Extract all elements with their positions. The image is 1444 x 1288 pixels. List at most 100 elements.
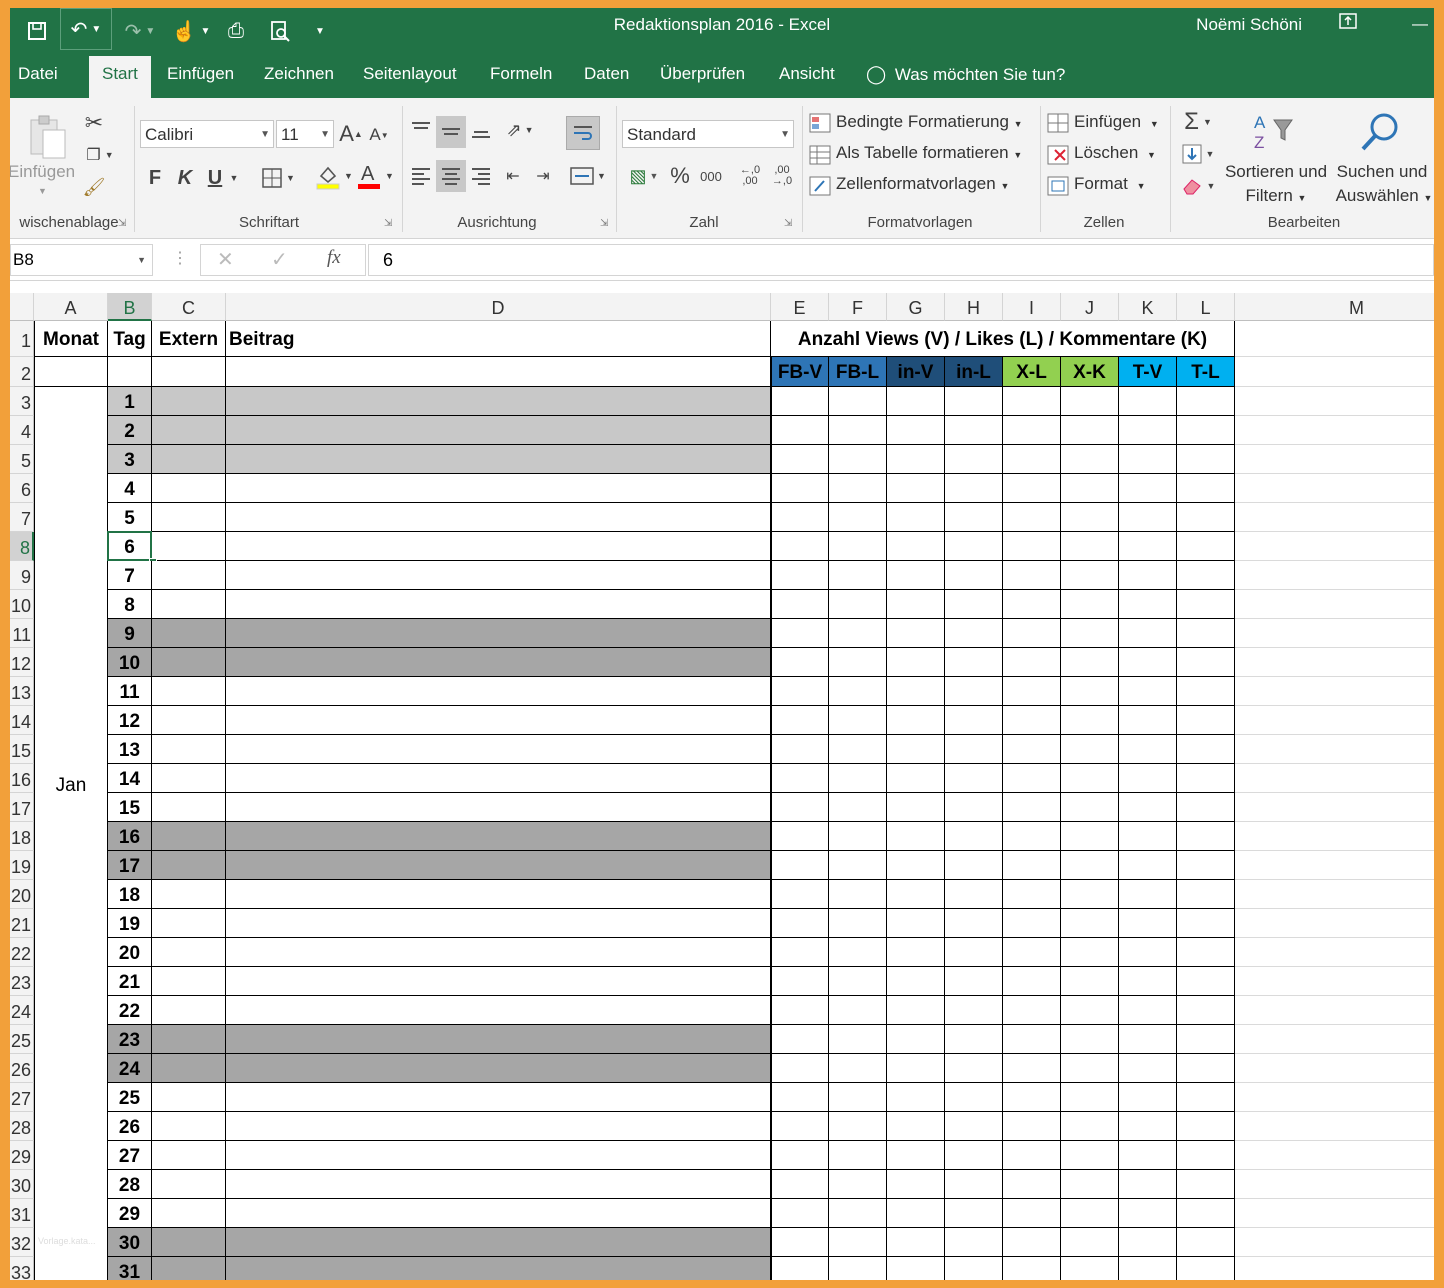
row-header[interactable]: 11 — [10, 619, 34, 648]
gridline-cell[interactable] — [1235, 619, 1434, 648]
paste-icon[interactable] — [24, 110, 70, 162]
metric-cell[interactable] — [829, 967, 887, 996]
metric-cell[interactable] — [1003, 619, 1061, 648]
tab-ueberpruefen[interactable]: Überprüfen — [660, 56, 745, 98]
metric-cell[interactable] — [829, 1083, 887, 1112]
metric-cell[interactable] — [1177, 706, 1235, 735]
metric-cell[interactable] — [1061, 1141, 1119, 1170]
decrease-decimal-icon[interactable]: ,00 →,0 — [768, 160, 796, 192]
wrap-text-icon[interactable] — [566, 116, 600, 150]
metric-cell[interactable] — [1061, 416, 1119, 445]
metric-cell[interactable] — [829, 909, 887, 938]
tell-me-box[interactable]: ◯ Was möchten Sie tun? — [866, 56, 1065, 98]
metric-cell[interactable] — [1177, 445, 1235, 474]
align-center-icon[interactable] — [436, 160, 466, 192]
tag-cell[interactable]: 26 — [108, 1112, 152, 1141]
metric-cell[interactable] — [771, 822, 829, 851]
row-header[interactable]: 14 — [10, 706, 34, 735]
ribbon-display-options-icon[interactable] — [1334, 12, 1362, 38]
beitrag-cell[interactable] — [226, 677, 771, 706]
extern-cell[interactable] — [152, 561, 226, 590]
metric-cell[interactable] — [829, 851, 887, 880]
extern-cell[interactable] — [152, 1083, 226, 1112]
metric-cell[interactable] — [945, 1228, 1003, 1257]
metric-cell[interactable] — [1177, 1054, 1235, 1083]
name-box[interactable]: B8 ▼ — [10, 244, 153, 276]
italic-button[interactable]: K — [174, 164, 196, 192]
gridline-cell[interactable] — [1235, 474, 1434, 503]
metric-cell[interactable] — [1119, 532, 1177, 561]
align-top-icon[interactable] — [408, 116, 434, 144]
metric-cell[interactable] — [1061, 619, 1119, 648]
gridline-cell[interactable] — [1235, 677, 1434, 706]
borders-icon[interactable]: ▼ — [254, 164, 302, 192]
metric-cell[interactable] — [1003, 590, 1061, 619]
metric-cell[interactable] — [887, 909, 945, 938]
format-cells-icon[interactable] — [1046, 173, 1070, 199]
metric-cell[interactable] — [829, 822, 887, 851]
metric-cell[interactable] — [1003, 503, 1061, 532]
metrics-title-cell[interactable]: Anzahl Views (V) / Likes (L) / Kommentar… — [771, 321, 1235, 357]
beitrag-cell[interactable] — [226, 1257, 771, 1280]
beitrag-cell[interactable] — [226, 1141, 771, 1170]
format-cells-button[interactable]: Format ▼ — [1074, 174, 1146, 194]
metric-cell[interactable] — [1061, 561, 1119, 590]
metric-cell[interactable] — [1177, 1083, 1235, 1112]
metric-cell[interactable] — [1003, 1228, 1061, 1257]
beitrag-cell[interactable] — [226, 764, 771, 793]
beitrag-cell[interactable] — [226, 1025, 771, 1054]
row-header[interactable]: 5 — [10, 445, 34, 474]
tag-cell[interactable]: 5 — [108, 503, 152, 532]
dialog-launcher-icon[interactable]: ⇲ — [384, 218, 392, 229]
beitrag-cell[interactable] — [226, 1228, 771, 1257]
extern-cell[interactable] — [152, 474, 226, 503]
extern-cell[interactable] — [152, 822, 226, 851]
metric-cell[interactable] — [829, 706, 887, 735]
metric-cell[interactable] — [1003, 880, 1061, 909]
metric-cell[interactable] — [771, 619, 829, 648]
metric-cell[interactable] — [887, 387, 945, 416]
beitrag-cell[interactable] — [226, 706, 771, 735]
metric-cell[interactable] — [1119, 706, 1177, 735]
insert-cells-icon[interactable] — [1046, 110, 1070, 136]
metric-cell[interactable] — [1119, 561, 1177, 590]
metric-cell[interactable] — [887, 1228, 945, 1257]
gridline-cell[interactable] — [1235, 1228, 1434, 1257]
metric-cell[interactable] — [1003, 1112, 1061, 1141]
metric-cell[interactable] — [945, 764, 1003, 793]
metric-cell[interactable] — [771, 996, 829, 1025]
metric-cell[interactable] — [887, 1025, 945, 1054]
merge-center-icon[interactable]: ▼ — [566, 160, 610, 192]
sheet-grid[interactable]: A B C D E F G H I J K L M 1 2 3 4 5 6 7 8 9 10 11 12 13 14 15 16 17 18… — [10, 293, 1434, 1280]
metric-cell[interactable] — [1177, 1257, 1235, 1280]
metric-cell[interactable] — [1061, 1112, 1119, 1141]
metric-cell[interactable] — [1177, 1141, 1235, 1170]
metric-cell[interactable] — [945, 387, 1003, 416]
metric-cell[interactable] — [771, 677, 829, 706]
metric-cell[interactable] — [1061, 1083, 1119, 1112]
metric-cell[interactable] — [945, 619, 1003, 648]
metric-cell[interactable] — [887, 822, 945, 851]
metric-cell[interactable] — [1003, 416, 1061, 445]
metric-cell[interactable] — [829, 996, 887, 1025]
beitrag-cell[interactable] — [226, 967, 771, 996]
metric-cell[interactable] — [1003, 648, 1061, 677]
metric-cell[interactable] — [1061, 1054, 1119, 1083]
gridline-cell[interactable] — [1235, 1141, 1434, 1170]
metric-cell[interactable] — [887, 532, 945, 561]
gridline-cell[interactable] — [1235, 1083, 1434, 1112]
beitrag-cell[interactable] — [226, 735, 771, 764]
format-as-table-button[interactable]: Als Tabelle formatieren ▼ — [836, 143, 1022, 163]
metric-cell[interactable] — [887, 1199, 945, 1228]
metric-header-fb-l[interactable]: FB-L — [829, 357, 887, 387]
gridline-cell[interactable] — [1235, 648, 1434, 677]
metric-cell[interactable] — [1119, 996, 1177, 1025]
row-header[interactable]: 18 — [10, 822, 34, 851]
extern-cell[interactable] — [152, 851, 226, 880]
decrease-indent-icon[interactable]: ⇤ — [500, 162, 526, 190]
metric-cell[interactable] — [829, 1112, 887, 1141]
metric-cell[interactable] — [829, 880, 887, 909]
metric-cell[interactable] — [887, 1141, 945, 1170]
metric-cell[interactable] — [1177, 851, 1235, 880]
metric-cell[interactable] — [1003, 445, 1061, 474]
